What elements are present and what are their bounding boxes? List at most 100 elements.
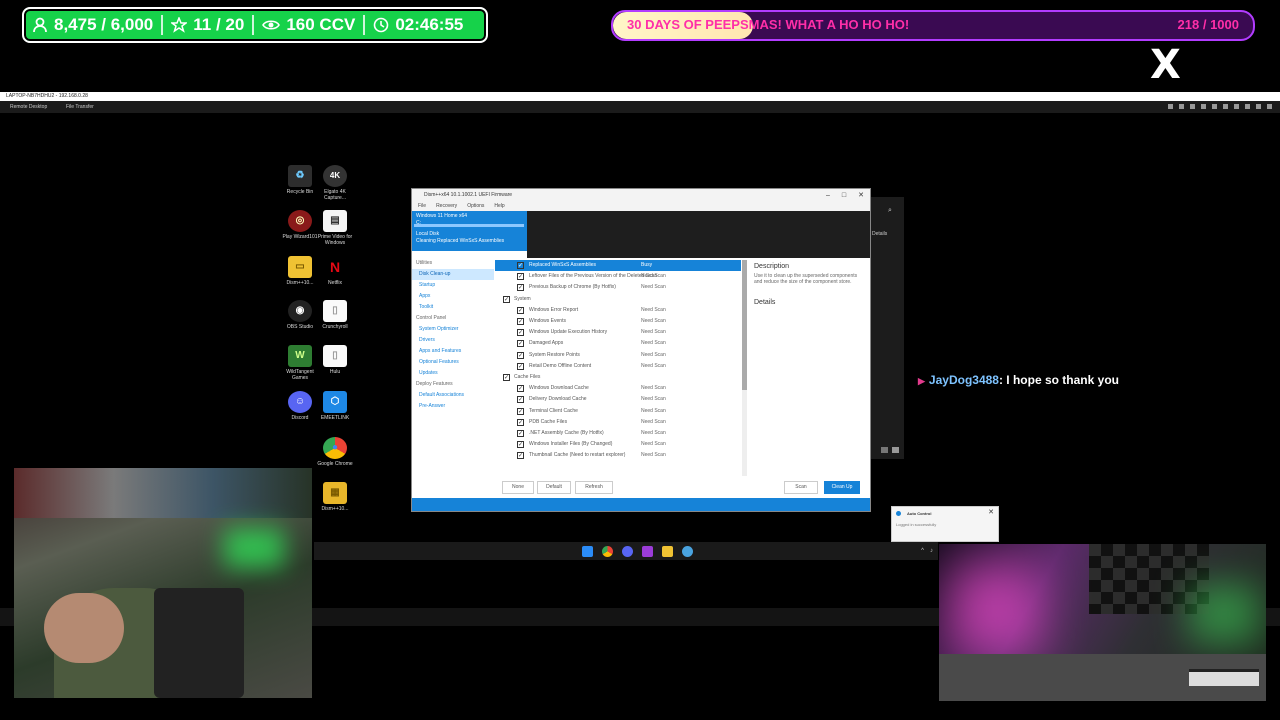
streaming-app-icon[interactable]	[642, 546, 653, 557]
list-item[interactable]: ✓ Previous Backup of Chrome (By Hotfix) Ne…	[495, 282, 741, 293]
desktop-icon-crunchyroll[interactable]: ▯ Crunchyroll	[313, 300, 357, 330]
tab-remote-desktop[interactable]: Remote Desktop	[4, 101, 53, 113]
checkbox[interactable]: ✓	[503, 295, 510, 303]
checkbox[interactable]: ✓	[517, 441, 524, 449]
desktop-icon-prime-video[interactable]: ▤ Prime Video for Windows	[313, 210, 357, 246]
desktop-icon-netflix[interactable]: N Netflix	[313, 256, 357, 286]
sidebar-item[interactable]: System Optimizer	[412, 324, 494, 335]
sidebar-item[interactable]: Disk Clean-up	[412, 269, 494, 280]
details-label[interactable]: Details	[872, 231, 887, 237]
settings-gear-icon[interactable]	[682, 546, 693, 557]
microphone-icon[interactable]: ♪	[930, 548, 933, 555]
list-item[interactable]: ✓ PDB Cache Files Need Scan	[495, 417, 741, 428]
desktop-icon-emeetlink[interactable]: ⬡ EMEETLINK	[313, 391, 357, 421]
checkbox[interactable]: ✓	[503, 374, 510, 381]
list-item[interactable]: ✓ .NET Assembly Cache (By Hotfix) Need Sca…	[495, 428, 741, 439]
sidebar-item[interactable]: Startup	[412, 280, 494, 291]
checkbox[interactable]: ✓	[517, 418, 524, 426]
session-panel[interactable]: Windows 11 Home x64 C: Local Disk Cleani…	[412, 211, 527, 251]
list-item[interactable]: ✓ Windows Error Report Need Scan	[495, 305, 741, 316]
desktop-icon-dism-archive[interactable]: ▦ Dism++10...	[313, 482, 357, 512]
checkbox[interactable]: ✓	[517, 329, 524, 337]
discord-icon[interactable]	[622, 546, 633, 557]
toolbar-icon[interactable]	[1168, 104, 1173, 109]
list-item[interactable]: ✓ Damaged Apps Need Scan	[495, 338, 741, 349]
desktop-icon-chrome[interactable]: ● Google Chrome	[313, 437, 357, 467]
checkbox[interactable]: ✓	[517, 430, 524, 437]
maximize-icon[interactable]: □	[842, 189, 846, 202]
sidebar-item[interactable]: Toolkit	[412, 302, 494, 313]
list-item[interactable]: ✓ Windows Update Execution History Need Sc…	[495, 327, 741, 338]
view-toggle-icon[interactable]	[892, 447, 899, 453]
minimize-icon[interactable]: –	[826, 189, 830, 202]
search-icon[interactable]: ⌕	[888, 207, 892, 215]
checkbox[interactable]: ✓	[517, 340, 524, 348]
item-status: Need Scan	[641, 418, 666, 425]
checkbox[interactable]: ✓	[517, 306, 524, 314]
notification-toast[interactable]: Auto Control Logged in successfully ✕	[891, 506, 999, 542]
desktop-icon-elgato[interactable]: 4K Elgato 4K Capture...	[313, 165, 357, 201]
menu-help[interactable]: Help	[494, 202, 504, 211]
checkbox[interactable]: ✓	[517, 362, 524, 370]
checkbox[interactable]: ✓	[517, 407, 524, 415]
menu-file[interactable]: File	[418, 202, 426, 211]
toolbar-icon[interactable]	[1245, 104, 1250, 109]
default-button[interactable]: Default	[537, 481, 571, 494]
tab-file-transfer[interactable]: File Transfer	[60, 101, 100, 113]
list-item[interactable]: ✓ Thumbnail Cache (Need to restart explor…	[495, 450, 741, 461]
file-explorer-icon[interactable]	[662, 546, 673, 557]
sidebar-item[interactable]: Updates	[412, 368, 494, 379]
checkbox[interactable]: ✓	[517, 385, 524, 393]
checkbox[interactable]: ✓	[517, 396, 524, 404]
list-item[interactable]: ✓ Leftover Files of the Previous Version …	[495, 271, 741, 282]
start-icon[interactable]	[582, 546, 593, 557]
list-group-row[interactable]: ✓ System	[495, 294, 741, 305]
chrome-icon[interactable]	[602, 546, 613, 557]
list-scrollbar[interactable]	[742, 260, 747, 476]
toolbar-icon[interactable]	[1234, 104, 1239, 109]
toolbar-icon[interactable]	[1267, 104, 1272, 109]
desktop-icon-hulu[interactable]: ▯ Hulu	[313, 345, 357, 375]
list-item[interactable]: ✓ Replaced WinSxS Assemblies Busy	[495, 260, 741, 271]
menu-recovery[interactable]: Recovery	[436, 202, 457, 211]
sidebar-item[interactable]: Optional Features	[412, 357, 494, 368]
list-item[interactable]: ✓ Windows Download Cache Need Scan	[495, 383, 741, 394]
toolbar-icon[interactable]	[1212, 104, 1217, 109]
toolbar-icon[interactable]	[1190, 104, 1195, 109]
checkbox[interactable]: ✓	[517, 452, 524, 460]
list-item[interactable]: ✓ Retail Demo Offline Content Need Scan	[495, 361, 741, 372]
sidebar-item[interactable]: Pre-Answer	[412, 401, 494, 412]
chevron-up-icon[interactable]: ^	[921, 548, 924, 555]
checkbox[interactable]: ✓	[517, 284, 524, 292]
list-item[interactable]: ✓ Windows Events Need Scan	[495, 316, 741, 327]
task-label: Cleaning Replaced WinSxS Assemblies	[416, 238, 505, 244]
follower-icon	[33, 17, 47, 33]
checkbox[interactable]: ✓	[517, 318, 524, 325]
toolbar-icon[interactable]	[1201, 104, 1206, 109]
toolbar-icon[interactable]	[1223, 104, 1228, 109]
checkbox[interactable]: ✓	[517, 351, 524, 359]
none-button[interactable]: None	[502, 481, 534, 494]
view-toggle-icon[interactable]	[881, 447, 888, 453]
list-group-row[interactable]: ✓ Cache Files	[495, 372, 741, 383]
list-item[interactable]: ✓ Delivery Download Cache Need Scan	[495, 394, 741, 405]
toolbar-icon[interactable]	[1256, 104, 1261, 109]
close-icon[interactable]: ✕	[988, 508, 994, 516]
checkbox[interactable]: ✓	[517, 262, 524, 269]
list-item[interactable]: ✓ Windows Installer Files (By Changed) Nee…	[495, 439, 741, 450]
scan-button[interactable]: Scan	[784, 481, 818, 494]
scrollbar-thumb[interactable]	[742, 260, 747, 390]
clean-up-button[interactable]: Clean Up	[824, 481, 860, 494]
close-icon[interactable]: ✕	[858, 189, 864, 202]
checkbox[interactable]: ✓	[517, 273, 524, 281]
list-item[interactable]: ✓ System Restore Points Need Scan	[495, 350, 741, 361]
wildtangent-icon: W	[288, 345, 312, 367]
sidebar-item[interactable]: Appx	[412, 291, 494, 302]
sidebar-item[interactable]: Default Associations	[412, 390, 494, 401]
refresh-button[interactable]: Refresh	[575, 481, 613, 494]
toolbar-icon[interactable]	[1179, 104, 1184, 109]
sidebar-item[interactable]: Drivers	[412, 335, 494, 346]
sidebar-item[interactable]: Apps and Features	[412, 346, 494, 357]
menu-options[interactable]: Options	[467, 202, 484, 211]
list-item[interactable]: ✓ Terminal Client Cache Need Scan	[495, 406, 741, 417]
